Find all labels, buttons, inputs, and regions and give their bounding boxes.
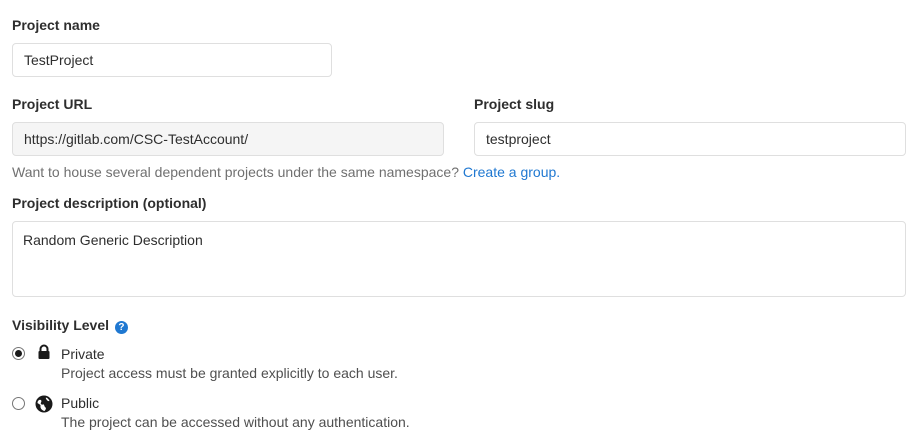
visibility-private-radio[interactable] xyxy=(12,347,25,360)
create-group-link[interactable]: Create a group. xyxy=(463,164,560,180)
project-description-label: Project description (optional) xyxy=(12,195,207,211)
project-name-input[interactable] xyxy=(12,43,332,77)
visibility-public-radio[interactable] xyxy=(12,397,25,410)
visibility-level-label: Visibility Level xyxy=(12,317,110,333)
namespace-help-message: Want to house several dependent projects… xyxy=(12,164,459,180)
project-slug-input[interactable] xyxy=(474,122,906,156)
visibility-private-description: Project access must be granted explicitl… xyxy=(61,365,398,381)
visibility-level-heading: Visibility Level ? xyxy=(12,316,128,334)
namespace-help-text: Want to house several dependent projects… xyxy=(12,163,560,181)
visibility-public-description: The project can be accessed without any … xyxy=(61,414,410,430)
visibility-private-title: Private xyxy=(61,346,105,362)
globe-icon xyxy=(35,395,53,413)
project-url-label: Project URL xyxy=(12,96,93,112)
visibility-public-title: Public xyxy=(61,395,100,411)
project-description-textarea[interactable]: Random Generic Description xyxy=(12,221,906,297)
project-url-input[interactable] xyxy=(12,122,444,156)
lock-icon xyxy=(36,344,52,360)
question-circle-icon[interactable]: ? xyxy=(114,321,128,334)
project-name-label: Project name xyxy=(12,17,100,33)
project-slug-label: Project slug xyxy=(474,96,555,112)
